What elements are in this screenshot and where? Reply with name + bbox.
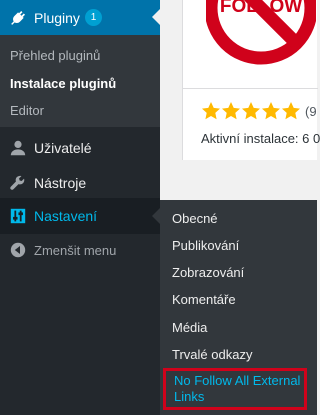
menu-tools[interactable]: Nástroje <box>0 166 160 200</box>
collapse-menu-button[interactable]: Zmenšit menu <box>0 234 160 266</box>
flyout-item-permalinks[interactable]: Trvalé odkazy <box>172 347 252 362</box>
star-icon <box>202 102 220 120</box>
menu-users[interactable]: Uživatelé <box>0 131 160 165</box>
collapse-arrow-icon <box>8 240 28 260</box>
card-divider <box>183 88 318 89</box>
update-count-badge: 1 <box>85 9 102 26</box>
flyout-item-no-follow-label: No Follow All External Links <box>174 373 301 404</box>
star-icon <box>262 102 280 120</box>
plugins-submenu: Přehled pluginů Instalace pluginů Editor <box>0 35 160 127</box>
flyout-item-writing[interactable]: Publikování <box>172 238 239 253</box>
settings-flyout-menu: Obecné Publikování Zobrazování Komentáře… <box>160 200 317 415</box>
wrench-icon <box>8 173 28 193</box>
rating-count[interactable]: (9 <box>305 104 317 119</box>
active-installs-text: Aktivní instalace: 6 0 <box>201 131 320 146</box>
admin-sidebar: Pluginy 1 Přehled pluginů Instalace plug… <box>0 0 160 415</box>
flyout-item-discussion[interactable]: Komentáře <box>172 292 236 307</box>
submenu-installed-plugins[interactable]: Přehled pluginů <box>10 48 100 63</box>
flyout-item-media[interactable]: Média <box>172 320 207 335</box>
logo-text: FOLLOW <box>220 0 302 17</box>
menu-plugins-label: Pluginy <box>34 9 80 26</box>
menu-settings-label: Nastavení <box>34 208 98 224</box>
plug-icon <box>8 8 28 28</box>
star-icon <box>242 102 260 120</box>
menu-tools-label: Nástroje <box>34 175 87 191</box>
menu-plugins[interactable]: Pluginy 1 <box>0 0 160 35</box>
submenu-plugin-editor[interactable]: Editor <box>10 103 44 118</box>
flyout-pointer-arrow <box>152 208 160 224</box>
current-menu-arrow <box>152 9 160 25</box>
settings-sliders-icon <box>8 206 28 226</box>
menu-settings[interactable]: Nastavení <box>0 198 160 234</box>
star-icon <box>222 102 240 120</box>
flyout-item-general[interactable]: Obecné <box>172 211 218 226</box>
no-follow-logo: FOLLOW <box>206 0 316 65</box>
user-icon <box>8 138 28 158</box>
flyout-item-no-follow-external-links[interactable]: No Follow All External Links <box>163 368 307 410</box>
star-rating <box>201 101 301 121</box>
star-icon <box>282 102 300 120</box>
flyout-item-reading[interactable]: Zobrazování <box>172 265 244 280</box>
plugin-card: FOLLOW (9 Aktivní instalace: 6 0 <box>182 0 320 160</box>
menu-users-label: Uživatelé <box>34 140 92 156</box>
submenu-add-plugins[interactable]: Instalace pluginů <box>10 76 116 91</box>
collapse-menu-label: Zmenšit menu <box>34 242 117 258</box>
